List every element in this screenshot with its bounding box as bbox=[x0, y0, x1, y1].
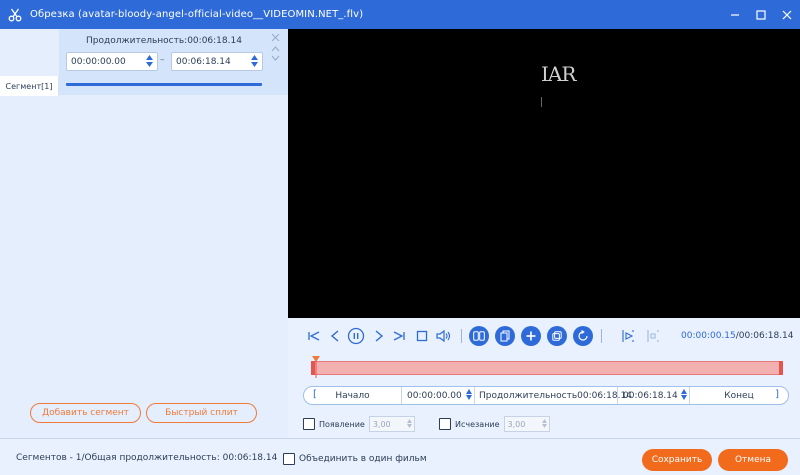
range-dash: – bbox=[160, 55, 165, 65]
segment-card[interactable]: Продолжительность:00:06:18.14 00:00:00.0… bbox=[59, 29, 288, 95]
cancel-button[interactable]: Отмена bbox=[718, 449, 788, 471]
window-title: Обрезка (avatar-bloody-angel-official-vi… bbox=[30, 9, 364, 20]
segment-reorder[interactable] bbox=[271, 46, 280, 61]
segment-start-stepper[interactable] bbox=[146, 55, 153, 67]
stop-icon[interactable] bbox=[412, 326, 432, 346]
fade-out-label: Исчезание bbox=[455, 419, 500, 429]
current-time: 00:00:00.15 bbox=[681, 331, 736, 341]
duplicate-icon[interactable] bbox=[547, 326, 567, 346]
end-label: Конец bbox=[724, 390, 754, 401]
fade-in-label: Появление bbox=[319, 419, 365, 429]
segment-start-field[interactable]: 00:00:00.00 bbox=[66, 52, 158, 71]
pause-icon[interactable] bbox=[346, 326, 366, 346]
next-frame-icon[interactable] bbox=[369, 326, 389, 346]
volume-icon[interactable] bbox=[434, 326, 454, 346]
segment-end-stepper[interactable] bbox=[251, 55, 258, 67]
trim-timeline[interactable] bbox=[311, 356, 783, 381]
start-bracket-icon: [ bbox=[313, 389, 317, 400]
previous-frame-icon[interactable] bbox=[325, 326, 345, 346]
set-end-button[interactable]: Конец ] bbox=[690, 387, 788, 404]
merge-label: Объединить в один фильм bbox=[299, 454, 427, 464]
footer-bar: Сегментов - 1/Общая продолжительность: 0… bbox=[0, 438, 800, 475]
close-icon[interactable] bbox=[774, 0, 800, 29]
video-frame-mark bbox=[541, 97, 542, 107]
playback-time: 00:00:00.15/00:06:18.14 bbox=[681, 331, 794, 341]
timeline-selection[interactable] bbox=[312, 361, 782, 375]
segments-status: Сегментов - 1/Общая продолжительность: 0… bbox=[16, 453, 278, 463]
segment-end-value: 00:06:18.14 bbox=[176, 56, 231, 67]
timeline-end-handle[interactable] bbox=[779, 361, 783, 375]
fade-in-stepper[interactable] bbox=[406, 419, 412, 428]
duration-label: Продолжительность bbox=[479, 390, 578, 401]
start-time-field[interactable]: 00:00:00.00 bbox=[402, 387, 475, 404]
add-segment-button[interactable]: Добавить сегмент bbox=[30, 403, 141, 423]
end-time-stepper[interactable] bbox=[681, 389, 687, 400]
quick-split-button[interactable]: Быстрый сплит bbox=[146, 403, 257, 423]
minimize-icon[interactable] bbox=[722, 0, 748, 29]
controls-divider bbox=[461, 329, 462, 343]
playback-controls: 00:00:00.15/00:06:18.14 bbox=[288, 322, 800, 350]
controls-divider-2 bbox=[601, 329, 602, 343]
copy-segment-icon[interactable] bbox=[495, 326, 515, 346]
start-label: Начало bbox=[335, 390, 370, 401]
end-bracket-icon: ] bbox=[775, 389, 779, 400]
fade-out-value: 3,00 bbox=[507, 419, 526, 429]
preview-range-icon[interactable] bbox=[643, 326, 663, 346]
fade-in-field[interactable]: 3,00 bbox=[368, 416, 415, 432]
add-icon[interactable] bbox=[521, 326, 541, 346]
move-up-icon bbox=[271, 46, 280, 52]
fade-out-stepper[interactable] bbox=[541, 419, 547, 428]
segment-end-field[interactable]: 00:06:18.14 bbox=[171, 52, 263, 71]
go-to-end-icon[interactable] bbox=[389, 326, 409, 346]
merge-option[interactable]: Объединить в один фильм bbox=[283, 453, 427, 465]
segment-start-value: 00:00:00.00 bbox=[71, 56, 126, 67]
maximize-icon[interactable] bbox=[748, 0, 774, 29]
fade-in-value: 3,00 bbox=[372, 419, 391, 429]
title-bar: Обрезка (avatar-bloody-angel-official-vi… bbox=[0, 0, 800, 29]
set-start-button[interactable]: [ Начало bbox=[304, 387, 402, 404]
scissors-icon bbox=[8, 8, 22, 22]
end-time-value: 00:06:18.14 bbox=[623, 390, 678, 401]
total-time: /00:06:18.14 bbox=[735, 331, 794, 341]
duration-field[interactable]: Продолжительность 00:06:18.14 bbox=[475, 387, 632, 404]
segment-duration: Продолжительность:00:06:18.14 bbox=[86, 36, 242, 46]
reset-icon[interactable] bbox=[573, 326, 593, 346]
start-time-value: 00:00:00.00 bbox=[407, 390, 462, 401]
split-view-icon[interactable] bbox=[469, 326, 489, 346]
save-button[interactable]: Сохранить bbox=[642, 449, 712, 471]
video-preview[interactable]: IAR bbox=[288, 29, 800, 318]
fade-in-control: Появление 3,00 bbox=[303, 416, 415, 432]
playhead-icon[interactable] bbox=[312, 356, 320, 381]
merge-checkbox[interactable] bbox=[283, 453, 295, 465]
fade-out-checkbox[interactable] bbox=[439, 418, 451, 430]
fade-out-control: Исчезание 3,00 bbox=[439, 416, 550, 432]
start-time-stepper[interactable] bbox=[466, 389, 472, 400]
segment-delete-icon[interactable] bbox=[271, 33, 280, 45]
segment-tab[interactable]: Сегмент[1] bbox=[0, 76, 59, 96]
fade-out-field[interactable]: 3,00 bbox=[503, 416, 550, 432]
trim-fields: [ Начало 00:00:00.00 Продолжительность 00… bbox=[303, 386, 789, 405]
move-down-icon bbox=[271, 55, 280, 61]
segment-panel: Сегмент[1] Продолжительность:00:06:18.14… bbox=[0, 29, 288, 438]
go-to-start-icon[interactable] bbox=[304, 326, 324, 346]
video-frame-text: IAR bbox=[541, 62, 576, 86]
play-segment-icon[interactable] bbox=[618, 326, 638, 346]
fade-in-checkbox[interactable] bbox=[303, 418, 315, 430]
segment-range-bar bbox=[66, 83, 262, 86]
end-time-field[interactable]: 00:06:18.14 bbox=[618, 387, 690, 404]
